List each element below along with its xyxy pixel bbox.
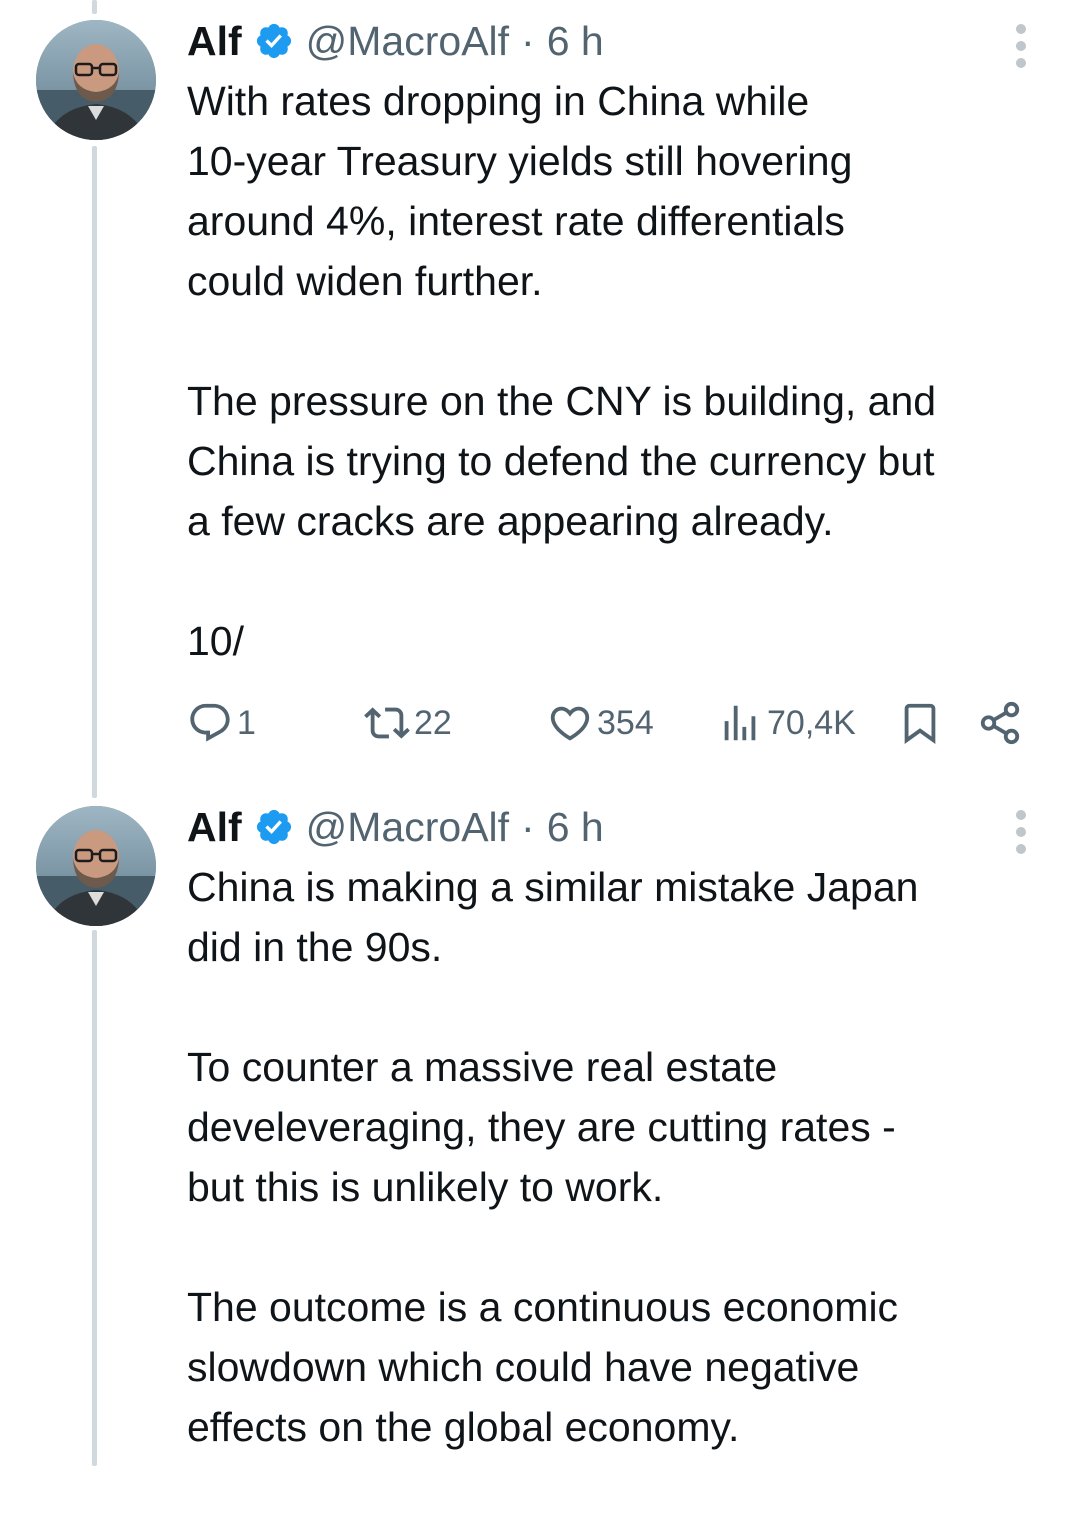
author-handle[interactable]: @MacroAlf <box>306 804 509 851</box>
share-button[interactable] <box>977 698 1023 748</box>
tweet-paragraph: With rates dropping in China while 10-ye… <box>187 78 853 304</box>
avatar[interactable] <box>36 806 156 926</box>
separator-dot: · <box>521 803 535 850</box>
tweet-paragraph: The pressure on the CNY is building, and… <box>187 378 937 544</box>
more-vertical-icon[interactable] <box>1009 810 1033 854</box>
tweet-header: Alf @MacroAlf · 6 h <box>187 13 604 69</box>
bookmark-button[interactable] <box>897 698 943 748</box>
tweet-text: China is making a similar mistake Japan … <box>187 857 1057 1517</box>
tweet[interactable]: Alf @MacroAlf · 6 h With rates dropping … <box>0 0 1080 780</box>
like-button[interactable]: 354 <box>547 698 654 748</box>
author-name[interactable]: Alf <box>187 804 242 851</box>
views-count: 70,4K <box>767 703 856 742</box>
reply-button[interactable]: 1 <box>187 698 256 748</box>
retweet-count: 22 <box>414 703 452 742</box>
timestamp[interactable]: 6 h <box>547 804 604 851</box>
tweet-paragraph: To counter a massive real estate develev… <box>187 1044 896 1210</box>
tweet-paragraph: The outcome is a continuous economic slo… <box>187 1284 899 1450</box>
reply-icon <box>187 700 233 746</box>
tweet-text: With rates dropping in China while 10-ye… <box>187 71 1057 731</box>
retweet-icon <box>364 700 410 746</box>
tweet-paragraph: China is making a similar mistake Japan … <box>187 864 919 970</box>
views-bar-icon <box>717 700 763 746</box>
retweet-button[interactable]: 22 <box>364 698 452 748</box>
heart-icon <box>547 700 593 746</box>
tweet[interactable]: Alf @MacroAlf · 6 h China is making a si… <box>0 786 1080 1466</box>
tweet-header: Alf @MacroAlf · 6 h <box>187 799 604 855</box>
more-vertical-icon[interactable] <box>1009 24 1033 68</box>
share-icon <box>977 700 1023 746</box>
avatar[interactable] <box>36 20 156 140</box>
tweet-actions: 1 22 354 70,4K <box>187 698 1037 748</box>
verified-badge-icon <box>254 807 294 847</box>
views-button[interactable]: 70,4K <box>717 698 856 748</box>
verified-badge-icon <box>254 21 294 61</box>
separator-dot: · <box>521 17 535 64</box>
bookmark-icon <box>897 700 943 746</box>
timestamp[interactable]: 6 h <box>547 18 604 65</box>
tweet-paragraph: 10/ <box>187 618 244 664</box>
author-handle[interactable]: @MacroAlf <box>306 18 509 65</box>
author-name[interactable]: Alf <box>187 18 242 65</box>
like-count: 354 <box>597 703 654 742</box>
reply-count: 1 <box>237 703 256 742</box>
